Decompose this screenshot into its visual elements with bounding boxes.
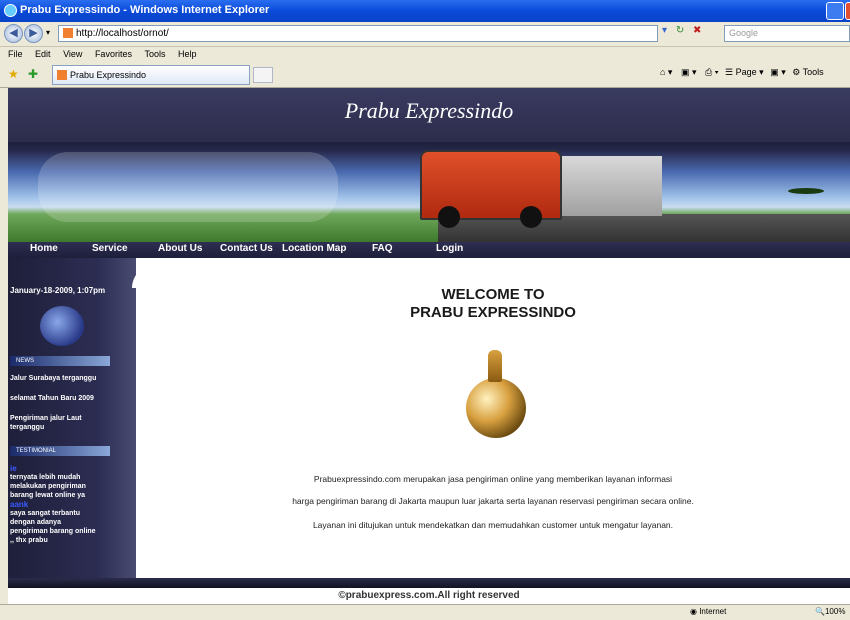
menu-edit[interactable]: Edit [35, 49, 51, 59]
nav-about-us[interactable]: About Us [158, 243, 202, 254]
news-item[interactable]: Jalur Surabaya terganggu [10, 374, 132, 383]
new-tab-button[interactable] [253, 67, 273, 83]
sidebar: January-18-2009, 1:07pm NEWS Jalur Surab… [8, 258, 136, 578]
truck-image [420, 146, 664, 228]
tree-graphic [788, 188, 824, 194]
intro-paragraph: Layanan ini ditujukan untuk mendekatkan … [312, 520, 674, 530]
tools-menu-button[interactable]: ⚙ Tools [792, 67, 823, 77]
page-favicon [63, 28, 73, 38]
news-item[interactable]: Pengiriman jalur Laut terganggu [10, 414, 100, 432]
menu-file[interactable]: File [8, 49, 23, 59]
minimize-button[interactable] [826, 2, 844, 20]
globe-figure-image [466, 378, 526, 438]
tab-favicon [57, 70, 67, 80]
status-bar: ◉ Internet 🔍100% [0, 604, 850, 620]
zoom-level[interactable]: 🔍100% [815, 607, 845, 616]
back-button[interactable]: ◀ [4, 24, 23, 43]
intro-paragraph: harga pengiriman barang di Jakarta maupu… [292, 496, 694, 506]
page-menu-button[interactable]: ☰ Page ▾ [725, 67, 764, 77]
search-input[interactable]: Google [724, 25, 850, 42]
close-button[interactable] [845, 2, 850, 20]
bottom-bar [8, 578, 850, 588]
nav-login[interactable]: Login [436, 243, 463, 254]
welcome-subheading: PRABU EXPRESSINDO [410, 304, 576, 321]
address-dropdown-icon[interactable]: ▾ [662, 25, 667, 36]
security-zone[interactable]: ◉ Internet [690, 607, 726, 616]
site-header: Prabu Expressindo [8, 88, 850, 142]
tab-row: ★ ✚ Prabu Expressindo ⌂ ▾ ▣ ▾ ⎙ ▾ ☰ Page… [0, 63, 850, 88]
site-footer: ©prabuexpress.com.All right reserved [8, 588, 850, 604]
menu-favorites[interactable]: Favorites [95, 49, 132, 59]
tools-menu-label: Tools [802, 67, 824, 77]
window-title: Prabu Expressindo - Windows Internet Exp… [20, 4, 270, 16]
menu-tools[interactable]: Tools [144, 49, 165, 59]
address-bar[interactable]: http://localhost/ornot/ [58, 25, 658, 42]
news-item[interactable]: selamat Tahun Baru 2009 [10, 394, 132, 403]
menu-bar: File Edit View Favorites Tools Help [0, 46, 850, 63]
zone-label: Internet [699, 607, 727, 616]
tab-title: Prabu Expressindo [70, 70, 147, 80]
favorites-star-icon[interactable]: ★ [8, 67, 19, 81]
news-header: NEWS [10, 356, 110, 366]
testimonial-header: TESTIMONIAL [10, 446, 110, 456]
address-row: ◀ ▶ ▾ http://localhost/ornot/ ▾ ↻ ✖ Goog… [0, 22, 850, 47]
menu-help[interactable]: Help [178, 49, 197, 59]
traveler-figure [488, 350, 502, 382]
sidebar-date: January-18-2009, 1:07pm [10, 286, 106, 295]
welcome-heading: WELCOME TO [441, 286, 545, 303]
truck-wheel [520, 206, 542, 228]
zoom-value: 100% [824, 607, 846, 616]
world-map-graphic [38, 152, 338, 222]
site-logo: Prabu Expressindo [344, 98, 514, 123]
testimonial-text: saya sangat terbantu dengan adanya pengi… [10, 510, 96, 544]
page-menu-label: Page [735, 67, 757, 77]
safety-icon[interactable]: ▣ ▾ [770, 67, 786, 77]
testimonial-author: ie [10, 464, 17, 473]
nav-location-map[interactable]: Location Map [282, 243, 346, 254]
menu-view[interactable]: View [63, 49, 82, 59]
nav-contact-us[interactable]: Contact Us [220, 243, 273, 254]
nav-home[interactable]: Home [30, 243, 58, 254]
main-content: WELCOME TO PRABU EXPRESSINDO Prabuexpres… [136, 258, 850, 578]
feeds-icon[interactable]: ▣ ▾ [681, 67, 697, 77]
nav-faq[interactable]: FAQ [372, 243, 393, 254]
ie-icon [4, 4, 17, 17]
add-favorites-icon[interactable]: ✚ [28, 67, 38, 81]
intro-paragraph: Prabuexpressindo.com merupakan jasa peng… [313, 474, 673, 484]
site-nav: Home Service About Us Contact Us Locatio… [8, 242, 850, 258]
nav-service[interactable]: Service [92, 243, 128, 254]
address-buttons: ▾ ↻ ✖ [662, 25, 720, 42]
command-bar: ⌂ ▾ ▣ ▾ ⎙ ▾ ☰ Page ▾ ▣ ▾ ⚙ Tools [660, 67, 824, 78]
home-icon[interactable]: ⌂ ▾ [660, 67, 672, 77]
print-icon[interactable]: ⎙ ▾ [705, 67, 718, 77]
web-page: Prabu Expressindo Home Service About Us … [8, 88, 850, 604]
window-titlebar: Prabu Expressindo - Windows Internet Exp… [0, 0, 850, 22]
history-dropdown-icon[interactable]: ▾ [46, 28, 50, 37]
refresh-icon[interactable]: ↻ [676, 25, 684, 36]
testimonial-text: ternyata lebih mudah melakukan pengirima… [10, 474, 86, 499]
banner-image [8, 142, 850, 242]
testimonial-author: aank [10, 500, 29, 509]
truck-trailer [562, 156, 662, 216]
truck-wheel [438, 206, 460, 228]
globe-icon [40, 306, 84, 346]
forward-button[interactable]: ▶ [24, 24, 43, 43]
address-text: http://localhost/ornot/ [76, 28, 169, 39]
tab-prabu-expressindo[interactable]: Prabu Expressindo [52, 65, 250, 85]
stop-icon[interactable]: ✖ [693, 25, 701, 36]
